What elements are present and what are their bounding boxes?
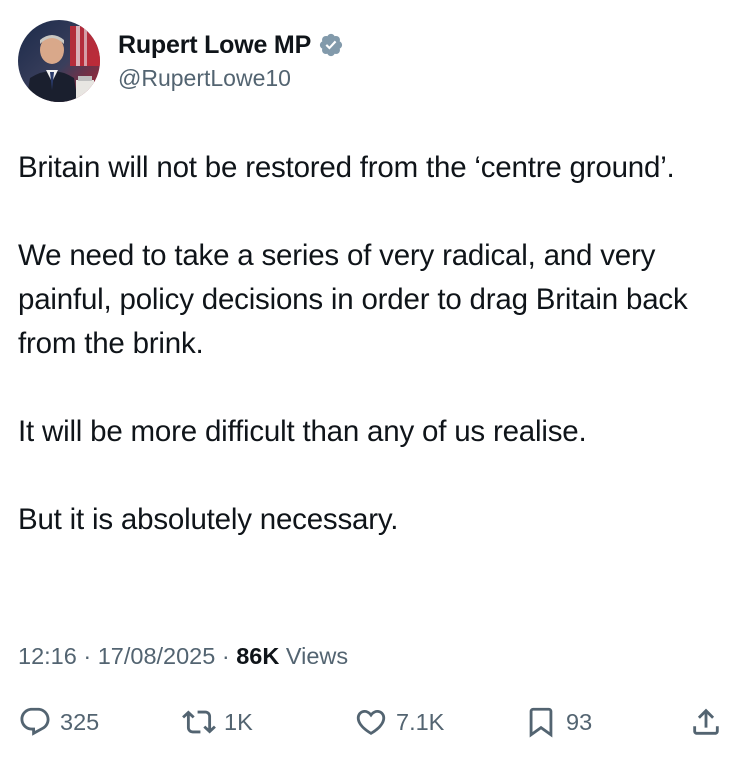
share-icon bbox=[693, 708, 719, 735]
reply-icon bbox=[20, 707, 50, 736]
name-row: Rupert Lowe MP bbox=[118, 28, 344, 62]
bookmark-button[interactable]: 93 bbox=[524, 700, 592, 744]
bookmark-count: 93 bbox=[566, 708, 593, 735]
author-names: Rupert Lowe MP @RupertLowe10 bbox=[118, 28, 344, 94]
tweet-date[interactable]: 17/08/2025 bbox=[98, 643, 216, 669]
tweet-meta: 12:16 · 17/08/2025 · 86K Views bbox=[18, 638, 348, 674]
views-label: Views bbox=[279, 643, 349, 669]
repost-icon bbox=[182, 710, 216, 734]
like-button[interactable]: 7.1K bbox=[354, 700, 444, 744]
heart-icon bbox=[356, 709, 386, 735]
verified-badge-icon[interactable] bbox=[318, 32, 344, 58]
tweet-card: Rupert Lowe MP @RupertLowe10 Britain wil… bbox=[0, 0, 749, 760]
repost-count: 1K bbox=[224, 708, 253, 735]
meta-separator: · bbox=[215, 643, 237, 669]
tweet-text: Britain will not be restored from the ‘c… bbox=[18, 146, 730, 542]
tweet-header: Rupert Lowe MP @RupertLowe10 bbox=[18, 20, 344, 102]
bookmark-icon bbox=[529, 707, 553, 738]
author-handle[interactable]: @RupertLowe10 bbox=[118, 62, 344, 94]
tweet-time[interactable]: 12:16 bbox=[18, 643, 77, 669]
action-bar: 325 1K 7.1K 93 bbox=[0, 700, 749, 744]
reply-count: 325 bbox=[60, 708, 100, 735]
reply-button[interactable]: 325 bbox=[18, 700, 99, 744]
share-button[interactable] bbox=[689, 700, 723, 744]
like-count: 7.1K bbox=[396, 708, 445, 735]
tweet-paragraph: We need to take a series of very radical… bbox=[18, 239, 688, 360]
avatar-photo bbox=[18, 20, 100, 102]
views-count: 86K bbox=[236, 643, 280, 669]
repost-button[interactable]: 1K bbox=[182, 700, 253, 744]
display-name[interactable]: Rupert Lowe MP bbox=[118, 31, 311, 60]
tweet-paragraph: It will be more difficult than any of us… bbox=[18, 415, 587, 448]
avatar[interactable] bbox=[18, 20, 100, 102]
meta-separator: · bbox=[76, 643, 98, 669]
tweet-paragraph: But it is absolutely necessary. bbox=[18, 503, 399, 536]
tweet-paragraph: Britain will not be restored from the ‘c… bbox=[18, 151, 675, 184]
